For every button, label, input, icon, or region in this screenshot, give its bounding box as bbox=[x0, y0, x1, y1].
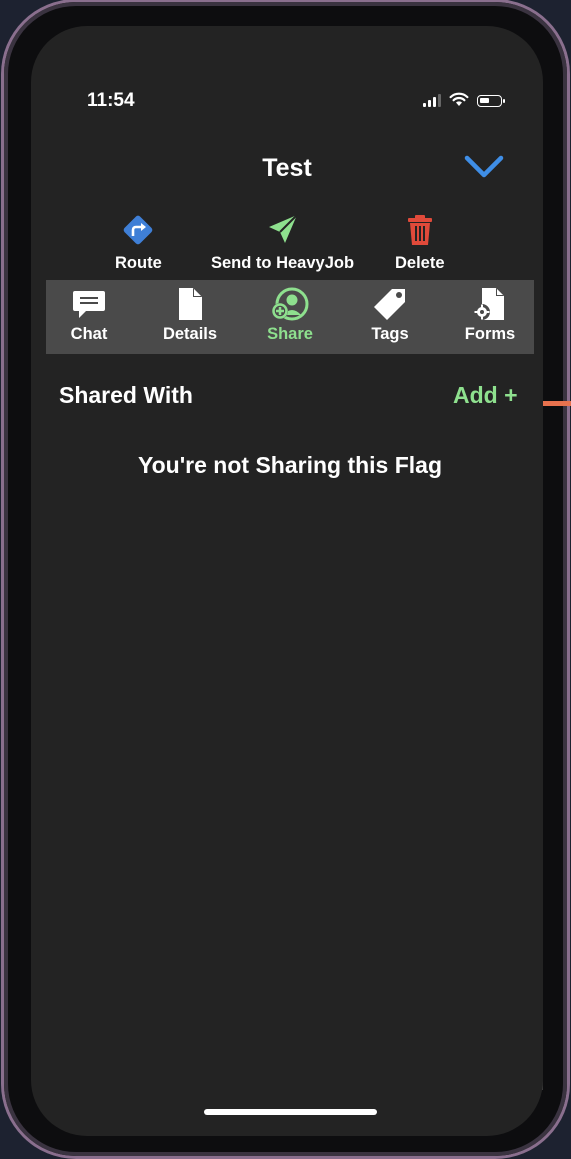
delete-label: Delete bbox=[395, 254, 445, 272]
tab-forms[interactable]: Forms bbox=[441, 280, 539, 354]
tab-share[interactable]: Share bbox=[241, 280, 339, 354]
battery-icon bbox=[477, 95, 505, 107]
home-indicator[interactable] bbox=[204, 1109, 377, 1115]
tab-tags-label: Tags bbox=[371, 325, 409, 343]
document-icon bbox=[179, 288, 202, 320]
tab-share-label: Share bbox=[267, 325, 313, 343]
tab-details[interactable]: Details bbox=[141, 280, 239, 354]
forms-icon bbox=[474, 288, 504, 320]
tab-chat-label: Chat bbox=[70, 325, 108, 343]
send-icon bbox=[268, 214, 298, 243]
route-button[interactable]: Route bbox=[115, 212, 162, 273]
tab-forms-label: Forms bbox=[464, 325, 516, 343]
trash-icon bbox=[407, 215, 432, 245]
status-time: 11:54 bbox=[87, 90, 135, 111]
chevron-down-icon[interactable] bbox=[463, 154, 505, 180]
route-icon bbox=[124, 215, 153, 245]
orange-marker bbox=[540, 401, 571, 406]
delete-button[interactable]: Delete bbox=[395, 212, 445, 273]
wifi-icon bbox=[449, 92, 469, 106]
tab-details-label: Details bbox=[162, 325, 218, 343]
tag-icon bbox=[374, 289, 405, 320]
phone-screen: 11:54 Test Route Send to HeavyJob Delete… bbox=[31, 26, 543, 1136]
tab-tags[interactable]: Tags bbox=[341, 280, 439, 354]
tab-chat[interactable]: Chat bbox=[40, 280, 138, 354]
empty-state-message: You're not Sharing this Flag bbox=[137, 452, 443, 478]
tab-bar: Chat Details Share Tags Forms bbox=[46, 280, 534, 354]
shared-with-heading: Shared With bbox=[59, 382, 193, 408]
chat-icon bbox=[73, 291, 105, 318]
share-user-icon bbox=[272, 287, 309, 321]
route-label: Route bbox=[115, 254, 162, 272]
cellular-signal-icon bbox=[423, 94, 441, 107]
send-to-heavyjob-label: Send to HeavyJob bbox=[211, 254, 355, 272]
status-icons bbox=[423, 92, 505, 107]
send-to-heavyjob-button[interactable]: Send to HeavyJob bbox=[211, 212, 354, 273]
add-share-button[interactable]: Add + bbox=[453, 382, 518, 409]
